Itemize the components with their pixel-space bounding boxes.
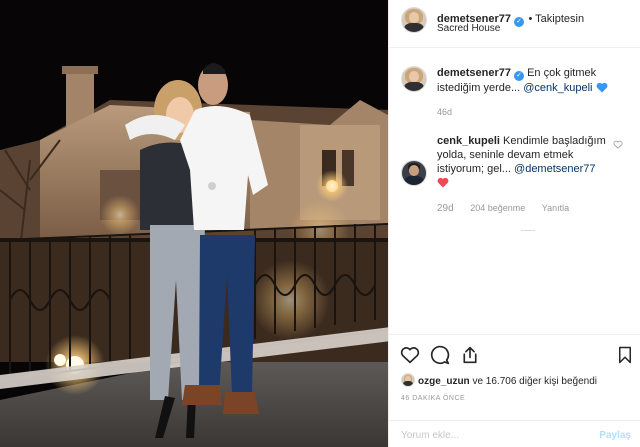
comment-like-icon[interactable] xyxy=(613,140,623,149)
comments-list: demetsener77 ✓ En çok gitmek istediğim ye… xyxy=(389,48,640,334)
caption-username[interactable]: demetsener77 xyxy=(437,67,511,79)
verified-badge-icon: ✓ xyxy=(514,71,524,81)
comment-time[interactable]: 29d xyxy=(437,203,454,214)
caption-time[interactable]: 46d xyxy=(437,107,452,117)
comment-bubble-icon[interactable] xyxy=(430,345,450,365)
follow-status[interactable]: • Takiptesin xyxy=(528,13,584,25)
caption-mention[interactable]: @cenk_kupeli xyxy=(523,82,592,94)
post-comment-button[interactable]: Paylaş xyxy=(599,430,631,441)
post-actions: ozge_uzun ve 16.706 diğer kişi beğendi 4… xyxy=(389,334,640,447)
comment-mention[interactable]: @demetsener77 xyxy=(514,163,596,175)
blue-heart-icon xyxy=(596,82,607,93)
avatar[interactable] xyxy=(401,160,427,186)
post-sidebar: demetsener77 ✓ • Takiptesin Sacred House … xyxy=(388,0,640,447)
like-heart-icon[interactable] xyxy=(400,346,420,364)
red-heart-icon xyxy=(437,177,449,188)
avatar[interactable] xyxy=(401,373,415,387)
verified-badge-icon: ✓ xyxy=(514,17,524,27)
likes-text[interactable]: ve 16.706 diğer kişi beğendi xyxy=(472,376,597,387)
add-comment-input[interactable]: Yorum ekle... xyxy=(401,430,459,441)
comment-reply[interactable]: Yanıtla xyxy=(542,203,569,213)
location-link[interactable]: Sacred House xyxy=(437,23,500,34)
likes-summary: ozge_uzun ve 16.706 diğer kişi beğendi xyxy=(401,373,597,387)
comment-username[interactable]: cenk_kupeli xyxy=(437,135,500,147)
likes-user[interactable]: ozge_uzun xyxy=(418,376,470,387)
avatar[interactable] xyxy=(401,66,427,92)
avatar[interactable] xyxy=(401,7,427,33)
comment-likes[interactable]: 204 beğenme xyxy=(470,203,525,213)
post-photo[interactable] xyxy=(0,0,388,447)
add-comment-bar: Yorum ekle... Paylaş xyxy=(389,420,640,447)
photo-scene xyxy=(0,0,388,447)
bookmark-icon[interactable] xyxy=(617,346,633,364)
post-header: demetsener77 ✓ • Takiptesin Sacred House xyxy=(389,0,640,48)
share-icon[interactable] xyxy=(461,345,479,365)
post-timestamp[interactable]: 46 DAKİKA ÖNCE xyxy=(401,395,465,402)
load-more-divider[interactable] xyxy=(521,230,535,231)
